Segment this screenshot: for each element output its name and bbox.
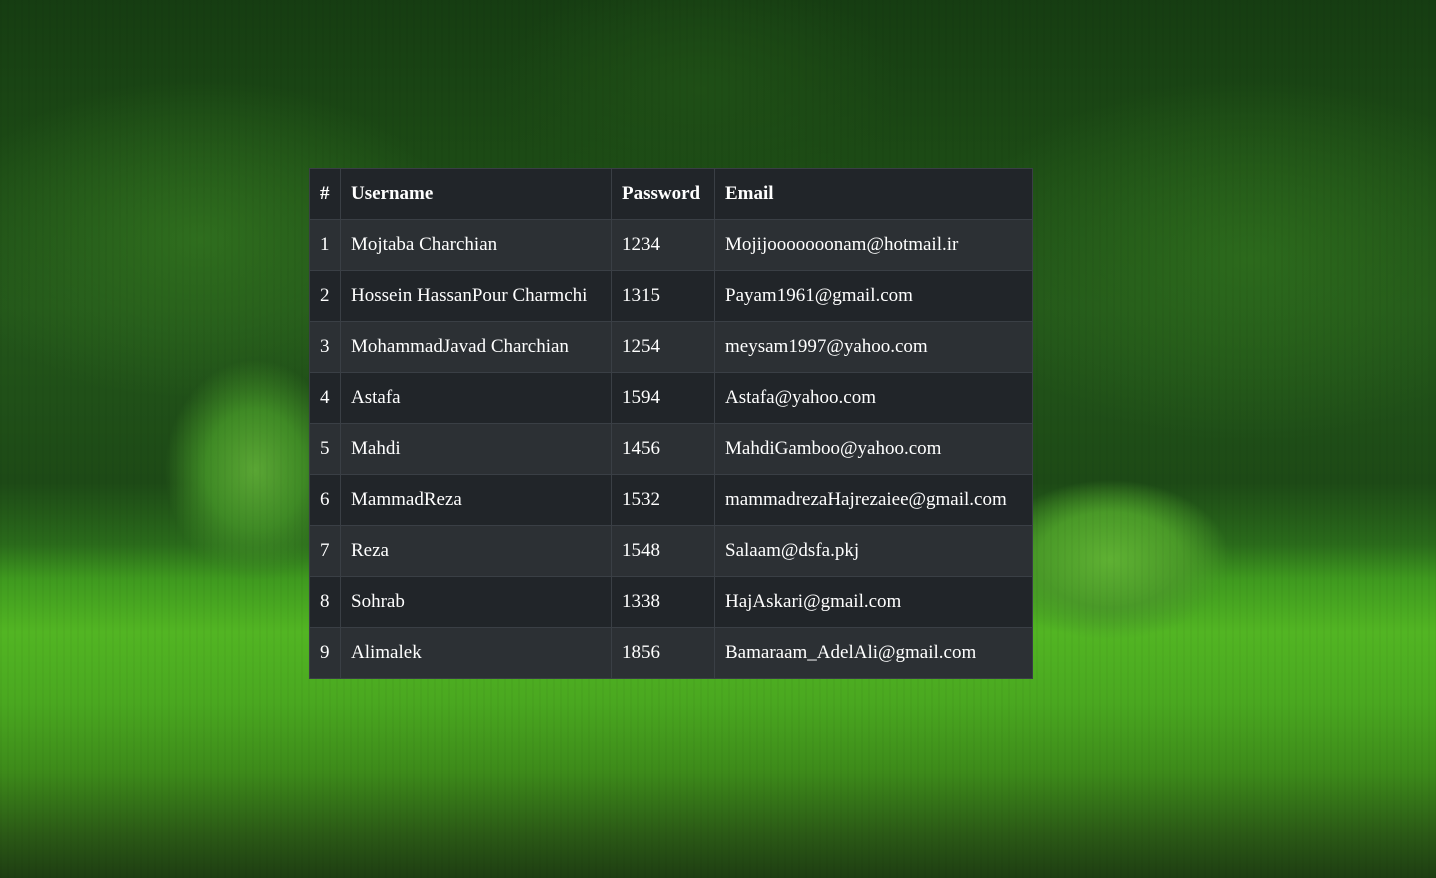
table-row: 5 Mahdi 1456 MahdiGamboo@yahoo.com bbox=[309, 423, 1033, 475]
cell-username: Astafa bbox=[340, 372, 612, 424]
cell-username: Mahdi bbox=[340, 423, 612, 475]
header-number: # bbox=[309, 168, 341, 220]
cell-username: Sohrab bbox=[340, 576, 612, 628]
cell-email: Astafa@yahoo.com bbox=[714, 372, 1033, 424]
cell-email: meysam1997@yahoo.com bbox=[714, 321, 1033, 373]
table-header-row: # Username Password Email bbox=[309, 168, 1033, 220]
cell-number: 5 bbox=[309, 423, 341, 475]
cell-username: Alimalek bbox=[340, 627, 612, 679]
cell-email: HajAskari@gmail.com bbox=[714, 576, 1033, 628]
header-password: Password bbox=[611, 168, 715, 220]
table-header: # Username Password Email bbox=[309, 168, 1033, 220]
cell-username: MohammadJavad Charchian bbox=[340, 321, 612, 373]
cell-username: Mojtaba Charchian bbox=[340, 219, 612, 271]
cell-password: 1856 bbox=[611, 627, 715, 679]
cell-email: Bamaraam_AdelAli@gmail.com bbox=[714, 627, 1033, 679]
cell-password: 1548 bbox=[611, 525, 715, 577]
cell-password: 1234 bbox=[611, 219, 715, 271]
cell-password: 1315 bbox=[611, 270, 715, 322]
table-body: 1 Mojtaba Charchian 1234 Mojijooooooonam… bbox=[309, 219, 1033, 679]
cell-password: 1594 bbox=[611, 372, 715, 424]
users-table: # Username Password Email 1 Mojtaba Char… bbox=[309, 168, 1033, 679]
table-row: 6 MammadReza 1532 mammadrezaHajrezaiee@g… bbox=[309, 474, 1033, 526]
cell-username: Hossein HassanPour Charmchi bbox=[340, 270, 612, 322]
table-row: 9 Alimalek 1856 Bamaraam_AdelAli@gmail.c… bbox=[309, 627, 1033, 679]
table-row: 1 Mojtaba Charchian 1234 Mojijooooooonam… bbox=[309, 219, 1033, 271]
cell-number: 1 bbox=[309, 219, 341, 271]
table-row: 2 Hossein HassanPour Charmchi 1315 Payam… bbox=[309, 270, 1033, 322]
table-row: 3 MohammadJavad Charchian 1254 meysam199… bbox=[309, 321, 1033, 373]
users-table-container: # Username Password Email 1 Mojtaba Char… bbox=[309, 168, 1033, 679]
cell-password: 1456 bbox=[611, 423, 715, 475]
cell-number: 2 bbox=[309, 270, 341, 322]
table-row: 4 Astafa 1594 Astafa@yahoo.com bbox=[309, 372, 1033, 424]
cell-email: Mojijooooooonam@hotmail.ir bbox=[714, 219, 1033, 271]
table-row: 7 Reza 1548 Salaam@dsfa.pkj bbox=[309, 525, 1033, 577]
cell-number: 8 bbox=[309, 576, 341, 628]
cell-number: 9 bbox=[309, 627, 341, 679]
cell-email: Salaam@dsfa.pkj bbox=[714, 525, 1033, 577]
cell-password: 1532 bbox=[611, 474, 715, 526]
cell-email: MahdiGamboo@yahoo.com bbox=[714, 423, 1033, 475]
cell-number: 3 bbox=[309, 321, 341, 373]
cell-number: 6 bbox=[309, 474, 341, 526]
cell-number: 4 bbox=[309, 372, 341, 424]
cell-email: Payam1961@gmail.com bbox=[714, 270, 1033, 322]
cell-username: MammadReza bbox=[340, 474, 612, 526]
header-email: Email bbox=[714, 168, 1033, 220]
cell-password: 1254 bbox=[611, 321, 715, 373]
cell-password: 1338 bbox=[611, 576, 715, 628]
header-username: Username bbox=[340, 168, 612, 220]
cell-number: 7 bbox=[309, 525, 341, 577]
cell-username: Reza bbox=[340, 525, 612, 577]
cell-email: mammadrezaHajrezaiee@gmail.com bbox=[714, 474, 1033, 526]
table-row: 8 Sohrab 1338 HajAskari@gmail.com bbox=[309, 576, 1033, 628]
